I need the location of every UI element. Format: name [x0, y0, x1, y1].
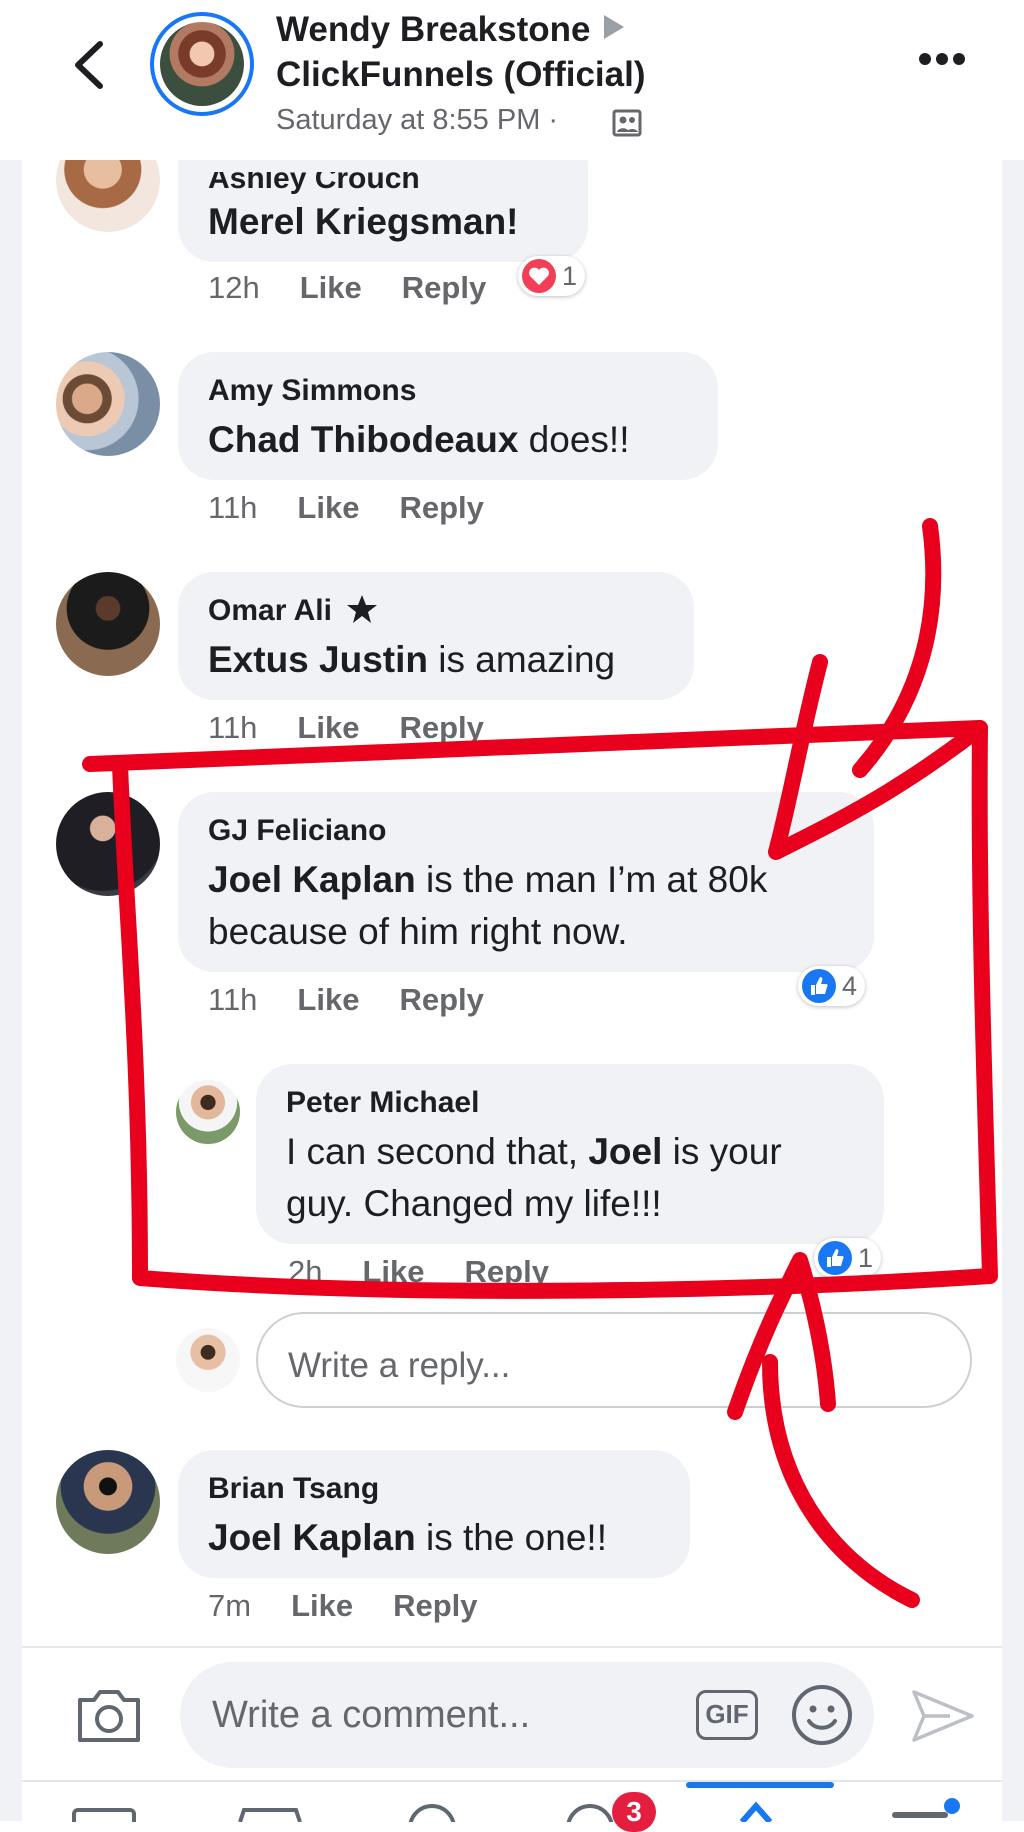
- post-header: Wendy Breakstone ClickFunnels (Official)…: [0, 0, 1024, 160]
- tagged-name[interactable]: Joel Kaplan: [208, 1517, 416, 1558]
- reply-button[interactable]: Reply: [399, 490, 483, 525]
- reaction-summary[interactable]: 4: [798, 966, 866, 1006]
- commenter-name[interactable]: GJ Feliciano: [208, 814, 386, 848]
- commenter-name[interactable]: Omar Ali: [208, 594, 332, 627]
- menu-tab-icon[interactable]: [892, 1798, 960, 1818]
- reply-button[interactable]: Reply: [399, 982, 483, 1017]
- avatar[interactable]: [56, 1450, 160, 1554]
- notification-badge: 3: [612, 1792, 656, 1832]
- author-name[interactable]: Wendy Breakstone: [276, 10, 590, 49]
- comment-time: 2h: [288, 1254, 323, 1289]
- reply-button[interactable]: Reply: [465, 1254, 549, 1289]
- reply-input[interactable]: Write a reply...: [256, 1312, 972, 1408]
- reply-text-line-1: I can second that, Joel is your: [286, 1131, 782, 1172]
- post-author-line[interactable]: Wendy Breakstone: [276, 10, 625, 50]
- avatar[interactable]: [176, 1080, 240, 1144]
- thumbs-up-icon: [802, 969, 836, 1003]
- like-button[interactable]: Like: [362, 1254, 424, 1289]
- tagged-name[interactable]: Extus Justin: [208, 639, 428, 680]
- avatar[interactable]: [56, 572, 160, 676]
- comment-text-line-1: Joel Kaplan is the man I’m at 80k: [208, 859, 768, 900]
- comment-bubble: Amy Simmons Chad Thibodeaux does!!: [178, 352, 718, 480]
- comment-time: 7m: [208, 1588, 252, 1623]
- reaction-summary[interactable]: 1: [518, 256, 586, 296]
- watch-tab-icon[interactable]: [566, 1804, 614, 1822]
- comment-bubble: GJ Feliciano Joel Kaplan is the man I’m …: [178, 792, 874, 972]
- reply-button[interactable]: Reply: [402, 270, 486, 305]
- comment-text: Merel Kriegsman!: [208, 196, 519, 248]
- bottom-tab-bar: [72, 1798, 960, 1822]
- current-user-avatar: [176, 1328, 240, 1392]
- reaction-summary[interactable]: 1: [814, 1238, 882, 1278]
- comment-text-line-2: because of him right now.: [208, 911, 628, 952]
- comment-meta: 11h Like Reply: [208, 982, 484, 1018]
- reply-input-placeholder: Write a reply...: [288, 1346, 511, 1385]
- comment-bubble: Omar Ali Extus Justin is amazing: [178, 572, 694, 700]
- comment-bubble: Brian Tsang Joel Kaplan is the one!!: [178, 1450, 690, 1578]
- tagged-name[interactable]: Merel Kriegsman!: [208, 201, 519, 242]
- like-button[interactable]: Like: [297, 490, 359, 525]
- send-icon[interactable]: [910, 1688, 976, 1744]
- reply-button[interactable]: Reply: [399, 710, 483, 745]
- comment-text: Extus Justin is amazing: [208, 639, 616, 680]
- reply-button[interactable]: Reply: [393, 1588, 477, 1623]
- comment-input[interactable]: Write a comment...: [180, 1662, 874, 1768]
- tagged-name[interactable]: Joel: [588, 1131, 662, 1172]
- group-name[interactable]: ClickFunnels (Official): [276, 55, 646, 95]
- love-reaction-icon: [522, 259, 556, 293]
- left-margin: [0, 0, 22, 1821]
- comment-meta: 11h Like Reply: [208, 710, 484, 746]
- comment-time: 12h: [208, 270, 260, 305]
- comment-time: 11h: [208, 982, 258, 1017]
- groups-tab-icon[interactable]: [408, 1804, 456, 1822]
- comment-meta: 7m Like Reply: [208, 1588, 478, 1624]
- camera-icon[interactable]: [74, 1686, 144, 1746]
- reaction-count: 1: [562, 260, 578, 291]
- reaction-count: 4: [842, 970, 858, 1001]
- reply-meta: 2h Like Reply: [288, 1254, 549, 1290]
- top-fan-star-icon: [347, 595, 378, 623]
- more-horizontal-icon[interactable]: [918, 52, 966, 66]
- comment-meta: 11h Like Reply: [208, 490, 484, 526]
- avatar[interactable]: [56, 792, 160, 896]
- feed-tab-icon[interactable]: [72, 1808, 136, 1822]
- commenter-name[interactable]: Peter Michael: [286, 1086, 479, 1120]
- tagged-name[interactable]: Chad Thibodeaux: [208, 419, 518, 460]
- reaction-count: 1: [858, 1242, 874, 1273]
- composer-divider: [22, 1646, 1002, 1648]
- like-button[interactable]: Like: [300, 270, 362, 305]
- comment-meta: 12h Like Reply: [208, 270, 486, 306]
- emoji-icon[interactable]: [790, 1683, 854, 1747]
- author-avatar[interactable]: [150, 12, 254, 116]
- commenter-name[interactable]: Ashley Crouch: [208, 172, 420, 196]
- notifications-tab-icon[interactable]: [739, 1801, 773, 1822]
- comment-time: 11h: [208, 490, 258, 525]
- thumbs-up-icon: [818, 1241, 852, 1275]
- group-members-icon: [612, 109, 642, 137]
- comment-time: 11h: [208, 710, 258, 745]
- like-button[interactable]: Like: [297, 710, 359, 745]
- comment-input-placeholder: Write a comment...: [212, 1694, 531, 1736]
- reply-bubble: Peter Michael I can second that, Joel is…: [256, 1064, 884, 1244]
- commenter-name-row: Omar Ali: [208, 594, 378, 628]
- comment-text: Chad Thibodeaux does!!: [208, 419, 630, 460]
- gif-button[interactable]: GIF: [696, 1690, 758, 1740]
- avatar[interactable]: [56, 352, 160, 456]
- right-margin: [1002, 0, 1024, 1821]
- active-tab-indicator: [686, 1782, 834, 1788]
- chevron-left-icon[interactable]: [70, 40, 110, 90]
- commenter-name[interactable]: Brian Tsang: [208, 1472, 379, 1506]
- annotation-arrow-bottom: [727, 1252, 920, 1608]
- play-arrow-icon: [604, 15, 625, 39]
- tagged-name[interactable]: Joel Kaplan: [208, 859, 416, 900]
- marketplace-tab-icon[interactable]: [238, 1808, 302, 1822]
- comment-text: Joel Kaplan is the one!!: [208, 1517, 607, 1558]
- commenter-name[interactable]: Amy Simmons: [208, 374, 416, 408]
- reply-text-line-2: guy. Changed my life!!!: [286, 1183, 662, 1224]
- like-button[interactable]: Like: [297, 982, 359, 1017]
- post-timestamp: Saturday at 8:55 PM ·: [276, 104, 559, 136]
- like-button[interactable]: Like: [291, 1588, 353, 1623]
